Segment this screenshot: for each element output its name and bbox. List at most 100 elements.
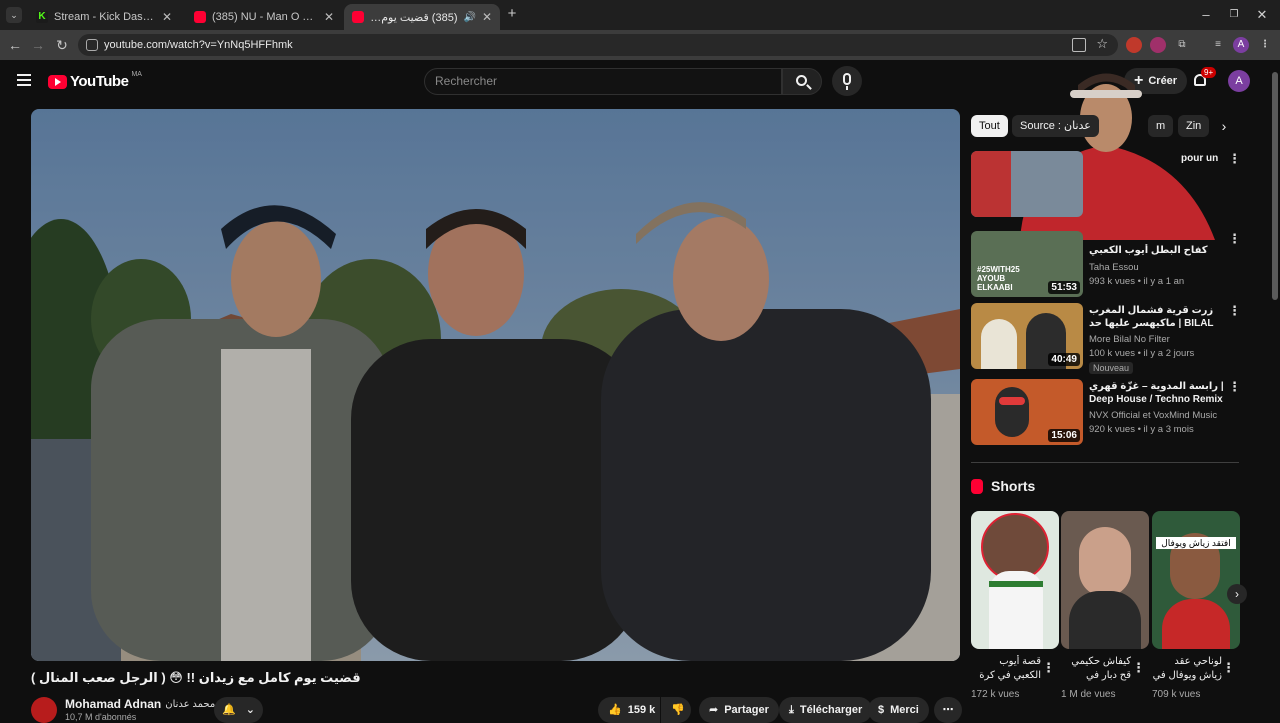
related-video-channel[interactable]: NVX Official et VoxMind Music	[1089, 410, 1217, 421]
microphone-icon	[843, 73, 851, 85]
close-window-icon[interactable]: ✕	[1252, 6, 1272, 24]
short-views: 709 k vues	[1152, 689, 1201, 700]
short-thumbnail[interactable]: افتقد زياش ويوفال	[1152, 511, 1240, 649]
profile-avatar[interactable]: A	[1233, 37, 1249, 53]
chip-source[interactable]: Source : عدنان	[1012, 115, 1099, 137]
video-player[interactable]	[31, 109, 960, 661]
more-actions-icon[interactable]: ⋮	[1228, 231, 1241, 247]
dislike-button[interactable]: 👎	[661, 697, 691, 723]
related-video-title[interactable]: زرت قرية فشمال المغرب ماكيهسر عليها حد |…	[1089, 304, 1225, 330]
chip-all[interactable]: Tout	[971, 115, 1008, 137]
install-app-icon[interactable]	[1072, 38, 1086, 52]
share-arrow-icon: ➦	[709, 704, 719, 716]
related-video-channel[interactable]: Taha Essou	[1089, 262, 1139, 273]
more-actions-icon[interactable]: ⋮	[1132, 660, 1145, 676]
more-horizontal-icon: ⋯	[942, 704, 954, 716]
browser-tab-kick[interactable]: K Stream - Kick Dashboard ✕	[28, 4, 180, 30]
search-button[interactable]	[782, 68, 822, 95]
forward-arrow-icon[interactable]: →	[29, 36, 47, 54]
shorts-heading: Shorts	[991, 478, 1036, 494]
related-video-stats: 920 k vues • il y a 3 mois	[1089, 424, 1194, 435]
tab-title: Stream - Kick Dashboard	[54, 11, 156, 23]
related-video-thumbnail[interactable]: #25WITH25 AYOUB ELKAABI 51:53	[971, 231, 1083, 297]
short-thumbnail[interactable]	[971, 511, 1059, 649]
chevron-down-icon: ⌄	[245, 704, 255, 716]
hamburger-menu-icon[interactable]	[17, 74, 31, 86]
channel-avatar[interactable]	[31, 697, 57, 723]
thanks-label: Merci	[890, 704, 919, 716]
new-tab-button[interactable]: +	[505, 6, 519, 22]
download-label: Télécharger	[799, 704, 863, 716]
related-video-stats: 100 k vues • il y a 2 jours	[1089, 348, 1195, 359]
channel-name[interactable]: Mohamad Adnan محمد عدنان	[65, 697, 229, 711]
thanks-button[interactable]: $ Merci	[868, 697, 929, 723]
search-input[interactable]: Rechercher	[424, 68, 782, 95]
video-title: قضيت يوم كامل مع زيدان !! 😳 ( الرجل صعب …	[31, 670, 361, 685]
tab-search-button[interactable]: ⌄	[6, 7, 22, 23]
minimize-icon[interactable]: –	[1196, 6, 1216, 24]
subscriber-count: 10,7 M d'abonnés	[65, 712, 137, 722]
chip-third[interactable]: m	[1148, 115, 1174, 137]
chip-zin[interactable]: Zin	[1178, 115, 1210, 137]
tab-title: (385) قضيت يوم كامل مع ز...	[370, 11, 458, 24]
more-actions-icon[interactable]: ⋮	[1042, 660, 1055, 676]
extension-icon[interactable]	[1150, 37, 1166, 53]
related-video-channel[interactable]: More Bilal No Filter	[1089, 334, 1170, 345]
download-button[interactable]: ⤓ Télécharger	[779, 697, 873, 723]
search-icon	[796, 75, 807, 86]
more-actions-icon[interactable]: ⋮	[1228, 303, 1241, 319]
download-icon: ⤓	[789, 704, 794, 716]
related-video-title[interactable]: رابسة المدوية – غزّة قهري | Deep House /…	[1089, 380, 1225, 406]
more-actions-button[interactable]: ⋯	[934, 697, 962, 723]
extension-icon[interactable]	[1126, 37, 1142, 53]
browser-tab-nu[interactable]: (385) NU - Man O To - YouTube ✕	[186, 4, 342, 30]
chips-next-chevron-icon[interactable]: ›	[1216, 117, 1232, 135]
voice-search-button[interactable]	[832, 66, 862, 96]
related-video-title[interactable]: كفاح البطل أيوب الكعبي	[1089, 244, 1225, 257]
url-text: youtube.com/watch?v=YnNq5HFFhmk	[104, 39, 293, 51]
shorts-next-button[interactable]: ›	[1227, 584, 1247, 604]
address-bar[interactable]: youtube.com/watch?v=YnNq5HFFhmk ☆	[78, 34, 1118, 56]
section-divider	[971, 462, 1239, 463]
speaker-icon[interactable]: 🔊	[463, 12, 475, 23]
account-avatar[interactable]: A	[1228, 70, 1250, 92]
short-overlay-text: افتقد زياش ويوفال	[1156, 537, 1236, 549]
youtube-favicon-icon	[352, 11, 364, 23]
reload-icon[interactable]: ↻	[53, 36, 71, 54]
extensions-puzzle-icon[interactable]: ⧉	[1174, 37, 1190, 53]
more-actions-icon[interactable]: ⋮	[1222, 660, 1235, 676]
close-tab-icon[interactable]: ✕	[324, 10, 334, 24]
short-views: 172 k vues	[971, 689, 1020, 700]
related-video-thumbnail[interactable]	[971, 151, 1083, 217]
short-views: 1 M de vues	[1061, 689, 1116, 700]
more-actions-icon[interactable]: ⋮	[1228, 151, 1241, 167]
like-count: 159 k	[627, 704, 656, 716]
restore-icon[interactable]: ❐	[1224, 6, 1244, 24]
related-video-thumbnail[interactable]: 40:49	[971, 303, 1083, 369]
channel-name-text: Mohamad Adnan	[65, 697, 162, 711]
share-button[interactable]: ➦ Partager	[699, 697, 779, 723]
video-frame	[31, 109, 960, 661]
site-info-icon[interactable]	[86, 39, 98, 51]
back-arrow-icon[interactable]: ←	[6, 36, 24, 54]
short-title[interactable]: كيفاش حكيمي قح دبار في لمثيل	[1061, 655, 1131, 683]
youtube-logo[interactable]: YouTube MA	[48, 71, 142, 90]
browser-tab-active[interactable]: (385) قضيت يوم كامل مع ز... 🔊 ✕	[344, 4, 500, 30]
like-button[interactable]: 👍 159 k	[598, 697, 660, 723]
new-badge: Nouveau	[1089, 362, 1134, 374]
thumbs-down-icon: 👎	[671, 704, 685, 716]
short-title[interactable]: قصة أيوب الكعبي في كرة القدم	[971, 655, 1041, 683]
subscription-bell-button[interactable]: 🔔 ⌄	[214, 697, 263, 723]
browser-menu-icon[interactable]: ⋮	[1257, 37, 1273, 53]
close-tab-icon[interactable]: ✕	[162, 10, 172, 24]
related-video-title[interactable]: pour un	[1181, 152, 1225, 165]
short-title[interactable]: لوناحي عقد زياش ويوفال في	[1152, 655, 1222, 683]
bookmark-star-icon[interactable]: ☆	[1096, 36, 1108, 52]
related-video-thumbnail[interactable]: 15:06	[971, 379, 1083, 445]
close-tab-icon[interactable]: ✕	[482, 10, 492, 24]
more-actions-icon[interactable]: ⋮	[1228, 379, 1241, 395]
media-controls-icon[interactable]: ≡	[1210, 37, 1226, 53]
scrollbar[interactable]	[1272, 72, 1278, 300]
short-thumbnail[interactable]	[1061, 511, 1149, 649]
browser-toolbar: ← → ↻ youtube.com/watch?v=YnNq5HFFhmk ☆ …	[0, 30, 1280, 60]
